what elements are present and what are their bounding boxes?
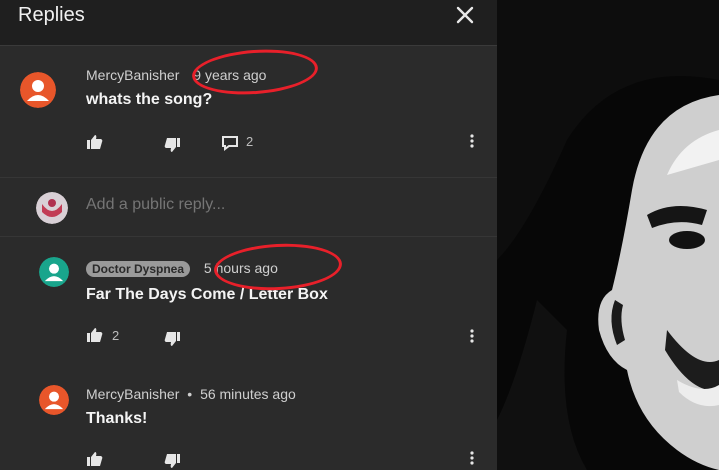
replies-panel: Replies MercyBanisher 9 years ago whats … bbox=[0, 0, 497, 470]
author-name[interactable]: MercyBanisher bbox=[86, 386, 179, 402]
author-name[interactable]: Doctor Dyspnea bbox=[86, 261, 191, 277]
meta-separator: • bbox=[187, 386, 193, 402]
reply-count: 2 bbox=[246, 134, 254, 149]
dislike-icon[interactable] bbox=[163, 136, 181, 154]
more-options-icon[interactable] bbox=[468, 450, 476, 466]
highlight-circle-time-1 bbox=[190, 45, 320, 99]
like-icon[interactable] bbox=[86, 450, 104, 468]
avatar[interactable] bbox=[39, 257, 69, 287]
reply-input[interactable] bbox=[86, 196, 466, 214]
reply-box bbox=[0, 177, 497, 237]
meme-photo bbox=[497, 0, 719, 470]
comment-text: Thanks! bbox=[86, 410, 148, 427]
like-icon[interactable] bbox=[86, 133, 104, 151]
comment-time[interactable]: 56 minutes ago bbox=[200, 386, 296, 402]
author-name[interactable]: MercyBanisher bbox=[86, 67, 179, 83]
user-avatar bbox=[36, 192, 68, 224]
reply-icon[interactable] bbox=[221, 135, 239, 151]
more-options-icon[interactable] bbox=[468, 328, 476, 344]
panel-title: Replies bbox=[18, 4, 85, 26]
like-count: 2 bbox=[112, 328, 120, 343]
avatar[interactable] bbox=[20, 72, 56, 108]
comment-text: whats the song? bbox=[86, 91, 213, 108]
like-icon[interactable] bbox=[86, 326, 104, 344]
close-icon[interactable] bbox=[452, 2, 478, 28]
dislike-icon[interactable] bbox=[163, 330, 181, 348]
dislike-icon[interactable] bbox=[163, 452, 181, 470]
more-options-icon[interactable] bbox=[468, 133, 476, 149]
comment-meta: MercyBanisher • 56 minutes ago bbox=[86, 386, 296, 402]
panel-header: Replies bbox=[0, 0, 497, 46]
avatar[interactable] bbox=[39, 385, 69, 415]
